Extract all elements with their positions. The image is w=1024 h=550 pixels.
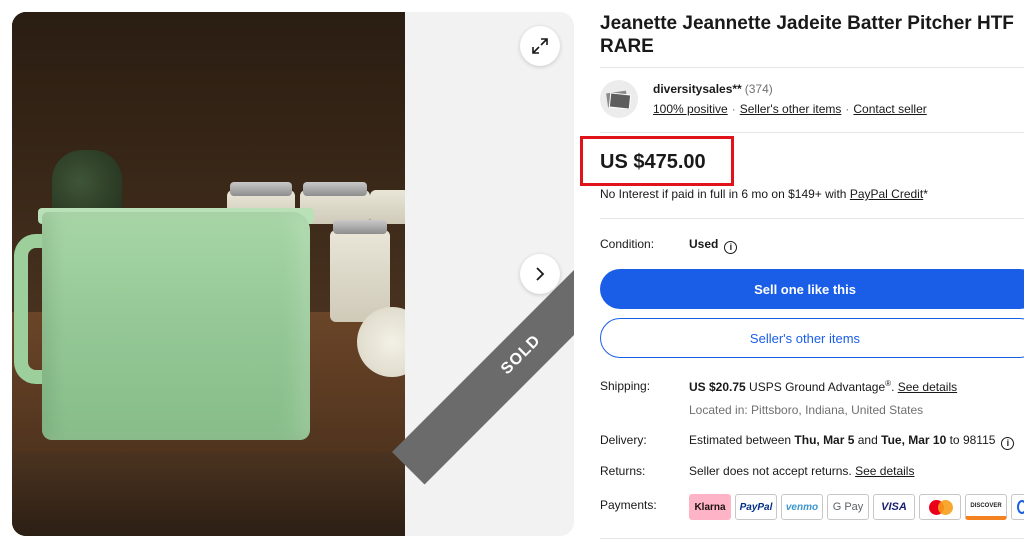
google-pay-icon: G Pay [827, 494, 869, 520]
payment-methods: Klarna PayPal venmo G Pay VISA DISCOVER [689, 494, 1024, 520]
venmo-icon: venmo [781, 494, 823, 520]
info-icon[interactable]: i [724, 240, 738, 254]
payment-label: VISA [881, 501, 907, 513]
sell-one-like-this-button[interactable]: Sell one like this [600, 269, 1024, 309]
info-icon[interactable]: i [1001, 436, 1015, 450]
divider [600, 218, 1024, 219]
shipping-cost: US $20.75 [689, 380, 746, 394]
payment-label: PayPal [739, 501, 773, 513]
more-payments-icon [1011, 494, 1024, 520]
separator-dot: · [845, 102, 850, 116]
mastercard-icon [919, 494, 961, 520]
next-image-button[interactable] [520, 254, 560, 294]
payment-label: Klarna [694, 501, 726, 513]
sellers-other-items-button[interactable]: Seller's other items [600, 318, 1024, 358]
seller-links: 100% positive · Seller's other items · Conta… [653, 102, 927, 116]
financing-text: No Interest if paid in full in 6 mo on $… [600, 187, 850, 201]
sell-one-like-this-label: Sell one like this [754, 281, 856, 297]
contact-seller-link[interactable]: Contact seller [853, 102, 926, 116]
divider [600, 67, 1024, 68]
returns-see-details-link[interactable]: See details [855, 464, 914, 478]
seller-avatar[interactable] [600, 80, 638, 118]
mastercard-orange-circle [938, 500, 953, 515]
seller-positive-link[interactable]: 100% positive [653, 102, 728, 116]
condition-label: Condition: [600, 237, 655, 251]
seller-info: diversitysales** (374) 100% positive · Sell… [600, 80, 1024, 130]
condition-text: Used [689, 237, 719, 251]
seller-name[interactable]: diversitysales** (374) [653, 82, 773, 96]
paypal-icon: PayPal [735, 494, 777, 520]
shipping-period: . [891, 380, 898, 394]
condition-value: Used i [689, 237, 738, 254]
financing-note: No Interest if paid in full in 6 mo on $… [600, 187, 928, 201]
payments-label: Payments: [600, 498, 657, 512]
shipping-service: USPS Ground Advantage [745, 380, 886, 394]
payment-label: DISCOVER [970, 502, 1002, 509]
photo-pitcher [42, 212, 310, 440]
shipping-see-details-link[interactable]: See details [898, 380, 957, 394]
delivery-prefix: Estimated between [689, 433, 795, 447]
delivery-and: and [854, 433, 882, 447]
separator-dot: · [731, 102, 736, 116]
financing-suffix: * [923, 187, 928, 201]
diners-circle [1016, 500, 1024, 514]
divider [600, 538, 1024, 539]
seller-feedback-count[interactable]: (374) [745, 82, 773, 96]
item-title: Jeanette Jeannette Jadeite Batter Pitche… [600, 13, 1014, 57]
item-price: US $475.00 [600, 151, 706, 173]
returns-value: Seller does not accept returns. See deta… [689, 464, 914, 478]
expand-image-button[interactable] [520, 26, 560, 66]
main-product-photo[interactable] [12, 12, 405, 536]
photo-jar [370, 190, 405, 224]
seller-username[interactable]: diversitysales** [653, 82, 742, 96]
photo-jar-cap [333, 220, 387, 234]
store-logo-icon [606, 90, 632, 109]
photo-jar-cap [303, 182, 367, 196]
shipping-value: US $20.75 USPS Ground Advantage®. See de… [689, 379, 957, 394]
chevron-right-icon [536, 267, 545, 281]
delivery-label: Delivery: [600, 433, 647, 447]
delivery-end-date: Tue, Mar 10 [881, 433, 947, 447]
payment-label: G Pay [832, 501, 864, 513]
item-location: Located in: Pittsboro, Indiana, United S… [689, 403, 924, 417]
klarna-icon: Klarna [689, 494, 731, 520]
returns-text: Seller does not accept returns. [689, 464, 856, 478]
returns-label: Returns: [600, 464, 646, 478]
payment-label: venmo [785, 501, 819, 513]
photo-jar-cap [230, 182, 292, 196]
visa-icon: VISA [873, 494, 915, 520]
sellers-other-items-label: Seller's other items [749, 330, 861, 346]
seller-other-items-link[interactable]: Seller's other items [740, 102, 842, 116]
paypal-credit-link[interactable]: PayPal Credit [850, 187, 923, 201]
image-gallery: SOLD [12, 12, 574, 536]
item-details-panel: Jeanette Jeannette Jadeite Batter Pitche… [580, 12, 1024, 539]
discover-icon: DISCOVER [965, 494, 1007, 520]
divider [600, 132, 1024, 133]
delivery-start-date: Thu, Mar 5 [794, 433, 855, 447]
delivery-value: Estimated between Thu, Mar 5 and Tue, Ma… [689, 433, 1015, 450]
sold-label: SOLD [497, 331, 545, 378]
photo-shelf-edge [12, 452, 405, 536]
expand-icon [532, 38, 548, 54]
shipping-label: Shipping: [600, 379, 651, 393]
delivery-suffix: to 98115 [946, 433, 996, 447]
